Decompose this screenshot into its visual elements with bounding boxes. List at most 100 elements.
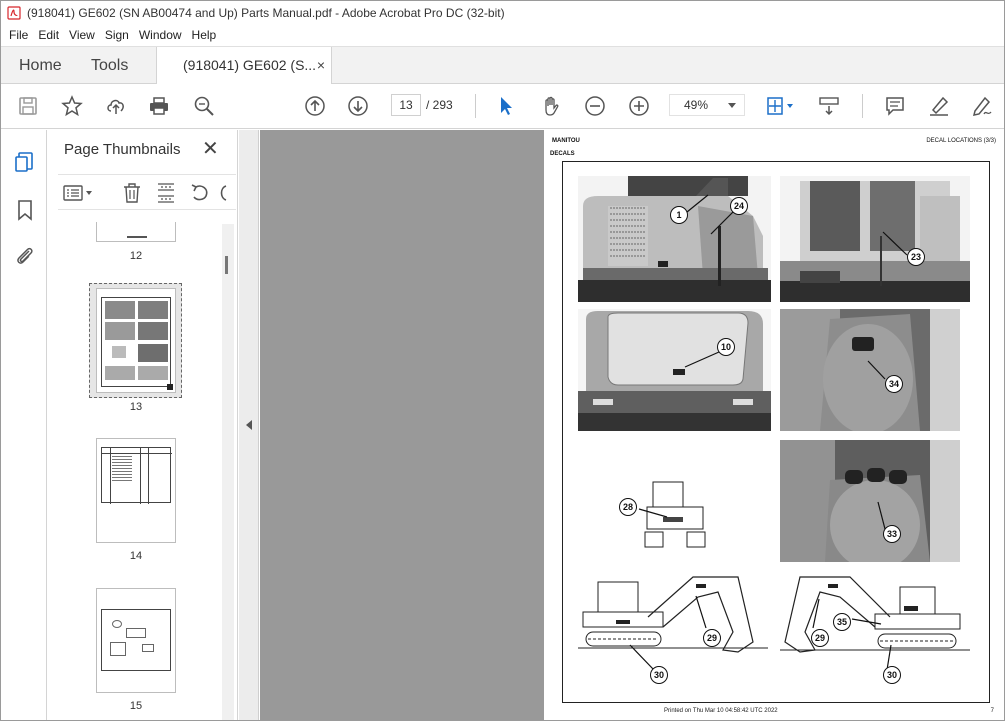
hand-icon[interactable]	[538, 93, 564, 119]
delete-icon[interactable]	[120, 182, 144, 204]
acrobat-app-icon	[7, 6, 21, 20]
thumbnail-page-14[interactable]	[96, 438, 176, 543]
drawing-rear-view	[643, 477, 713, 549]
drawing-excavator-left	[578, 572, 768, 668]
thumb-photo	[112, 346, 126, 358]
menu-window[interactable]: Window	[139, 28, 182, 42]
panel-collapse-handle[interactable]	[239, 130, 259, 720]
rotate-icon[interactable]	[188, 182, 212, 204]
thumb-part	[126, 628, 146, 638]
page-thumbnails-icon[interactable]	[13, 150, 37, 174]
callout-30-left: 30	[650, 666, 668, 684]
thumbnail-page-13[interactable]	[96, 288, 176, 393]
pdf-page: MANITOU DECAL LOCATIONS (3/3) DECALS 1 2…	[544, 130, 1004, 720]
menu-view[interactable]: View	[69, 28, 95, 42]
save-icon[interactable]	[15, 93, 41, 119]
thumb-frame	[101, 609, 171, 671]
thumb-part	[142, 644, 154, 652]
select-pointer-icon[interactable]	[493, 93, 519, 119]
menu-sign[interactable]: Sign	[105, 28, 129, 42]
thumb-photo	[138, 301, 168, 319]
page-number-input[interactable]: 13	[391, 94, 421, 116]
menu-file[interactable]: File	[9, 28, 28, 42]
thumb-table	[101, 447, 172, 504]
next-page-icon[interactable]	[345, 93, 371, 119]
figure-frame: 1 24 23 10 34 28 33 29 30 29 35 30	[562, 161, 990, 703]
close-icon[interactable]: ✕	[202, 136, 219, 161]
main-toolbar: 13 / 293 49%	[1, 84, 1004, 129]
thumb-frame	[101, 297, 171, 387]
acrobat-window: (918041) GE602 (SN AB00474 and Up) Parts…	[0, 0, 1005, 721]
fit-page-icon[interactable]	[761, 93, 797, 119]
page-number-label: 7	[990, 708, 994, 714]
thumbnails-scrollbar[interactable]	[222, 224, 234, 720]
page-total: / 293	[426, 98, 453, 112]
extract-pages-icon[interactable]	[154, 182, 178, 204]
tab-document[interactable]: (918041) GE602 (S... ×	[156, 47, 332, 85]
thumb-photo	[138, 322, 168, 340]
callout-28: 28	[619, 498, 637, 516]
tab-document-label: (918041) GE602 (S...	[183, 57, 317, 73]
scrollbar-thumb[interactable]	[225, 256, 228, 274]
toolbar-divider	[862, 94, 863, 118]
more-tools-icon[interactable]	[216, 182, 228, 204]
collapse-arrow-icon	[246, 420, 252, 430]
upload-icon[interactable]	[103, 93, 129, 119]
window-title: (918041) GE602 (SN AB00474 and Up) Parts…	[27, 6, 505, 20]
search-zoom-icon[interactable]	[191, 93, 217, 119]
comment-icon[interactable]	[882, 93, 908, 119]
thumb-table-line	[148, 448, 149, 504]
document-viewport[interactable]: MANITOU DECAL LOCATIONS (3/3) DECALS 1 2…	[260, 130, 1004, 720]
thumb-photo	[105, 322, 135, 340]
thumbnail-label-12: 12	[129, 250, 143, 262]
drawing-excavator-right	[780, 572, 970, 668]
menu-edit[interactable]: Edit	[38, 28, 59, 42]
tab-tools[interactable]: Tools	[91, 47, 128, 84]
thumbnail-page-12[interactable]	[96, 222, 176, 242]
thumbnail-label-15: 15	[129, 700, 143, 712]
photo-cab-right	[780, 176, 970, 302]
tab-home[interactable]: Home	[19, 47, 62, 84]
options-menu-icon[interactable]	[62, 182, 96, 204]
title-bar: (918041) GE602 (SN AB00474 and Up) Parts…	[1, 1, 1004, 25]
thumb-photo	[105, 301, 135, 319]
callout-23: 23	[907, 248, 925, 266]
menu-help[interactable]: Help	[192, 28, 217, 42]
callout-35: 35	[833, 613, 851, 631]
sign-icon[interactable]	[969, 93, 995, 119]
tabs-bar: Home Tools (918041) GE602 (S... ×	[1, 46, 1004, 85]
callout-10: 10	[717, 338, 735, 356]
callout-29-right: 29	[811, 629, 829, 647]
thumb-table-line	[102, 453, 172, 454]
thumbnail-page-15[interactable]	[96, 588, 176, 693]
thumb-table-line	[110, 448, 111, 504]
callout-33: 33	[883, 525, 901, 543]
thumbnail-label-14: 14	[129, 550, 143, 562]
callout-34: 34	[885, 375, 903, 393]
page-section-title: DECAL LOCATIONS (3/3)	[926, 138, 996, 144]
zoom-level-dropdown[interactable]: 49%	[669, 94, 745, 116]
bookmarks-icon[interactable]	[13, 198, 37, 222]
page-subheading: DECALS	[550, 151, 575, 157]
thumb-photo	[138, 344, 168, 362]
scroll-mode-icon[interactable]	[816, 93, 842, 119]
highlight-icon[interactable]	[926, 93, 952, 119]
page-thumbnails-panel: Page Thumbnails ✕ 12 13 14 15	[48, 130, 238, 720]
tab-close-icon[interactable]: ×	[317, 47, 325, 84]
callout-24: 24	[730, 197, 748, 215]
left-nav-rail	[1, 130, 47, 720]
attachments-icon[interactable]	[13, 244, 37, 268]
menu-bar: File Edit View Sign Window Help	[1, 25, 1004, 45]
bookmark-star-icon[interactable]	[59, 93, 85, 119]
thumbnails-toolbar	[58, 174, 236, 210]
zoom-out-icon[interactable]	[582, 93, 608, 119]
print-icon[interactable]	[146, 93, 172, 119]
photo-rear-left	[578, 176, 771, 302]
callout-30-right: 30	[883, 666, 901, 684]
page-brand: MANITOU	[552, 138, 580, 144]
toolbar-divider	[475, 94, 476, 118]
prev-page-icon[interactable]	[302, 93, 328, 119]
thumb-marker	[167, 384, 173, 390]
thumb-footer-line	[127, 236, 147, 238]
zoom-in-icon[interactable]	[626, 93, 652, 119]
